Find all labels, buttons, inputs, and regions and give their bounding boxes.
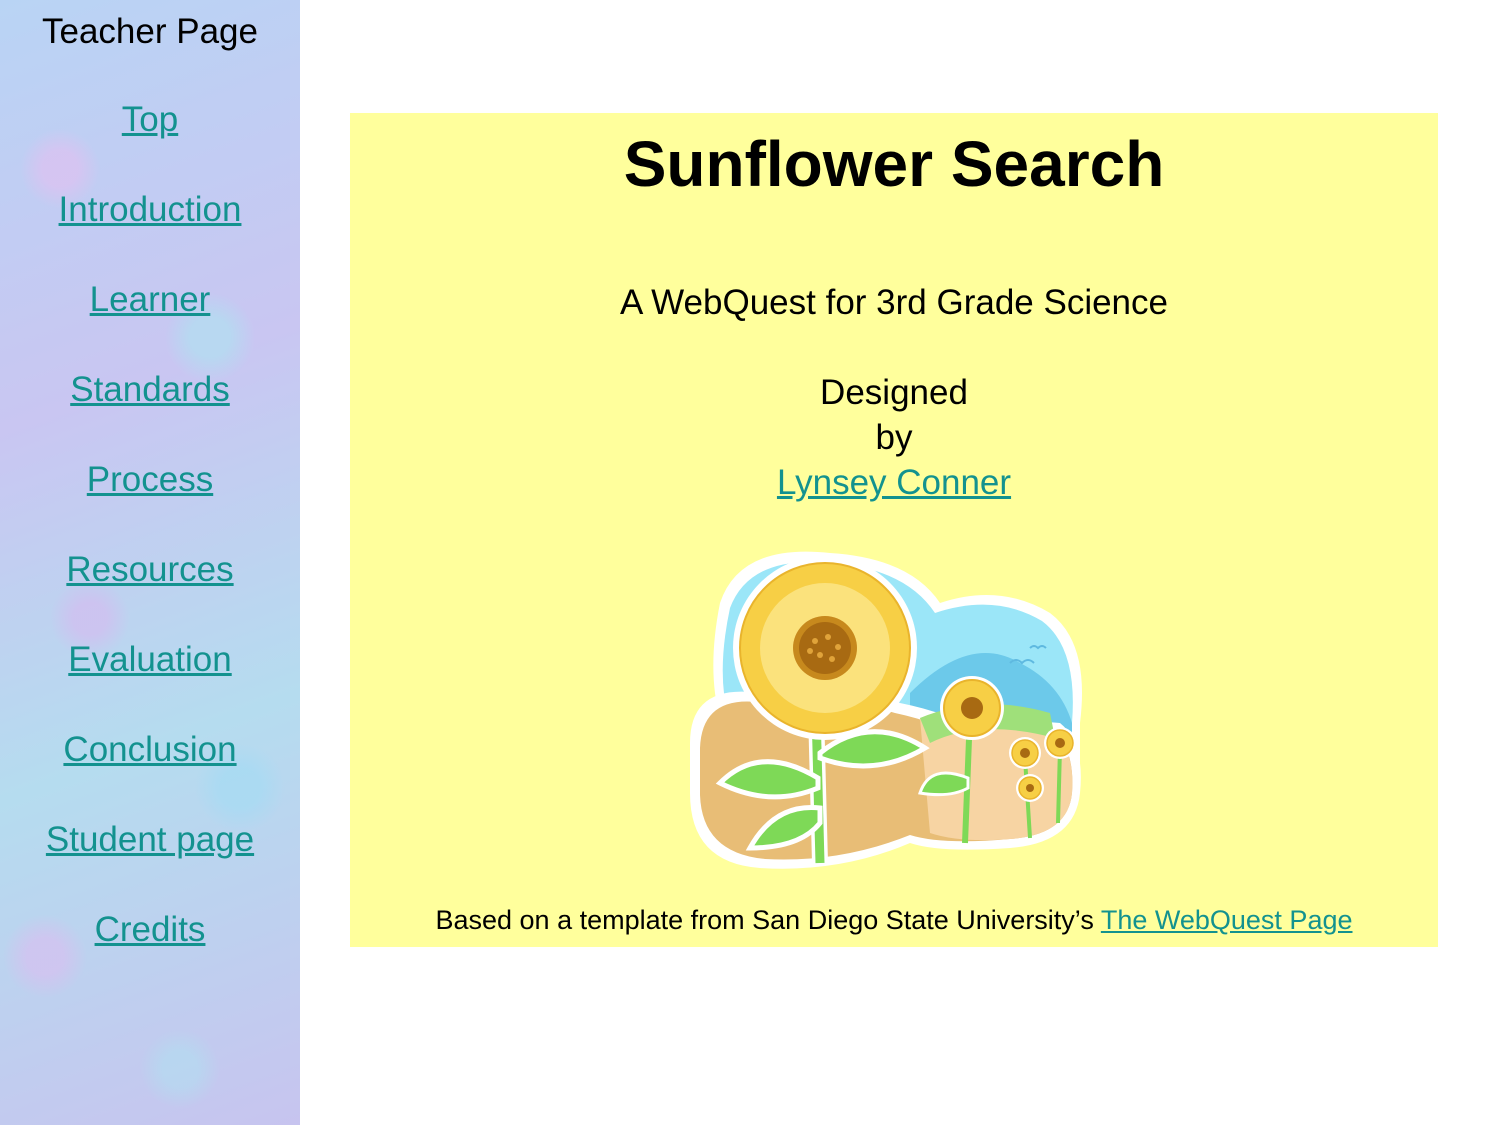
webquest-page-link[interactable]: The WebQuest Page (1101, 905, 1353, 935)
nav-link-introduction[interactable]: Introduction (0, 190, 300, 230)
sidebar-heading: Teacher Page (42, 12, 258, 51)
footer-credit: Based on a template from San Diego State… (350, 905, 1438, 936)
page-title: Sunflower Search (623, 128, 1165, 200)
nav-link-top[interactable]: Top (0, 100, 300, 140)
nav-link-credits[interactable]: Credits (0, 910, 300, 950)
nav-link-student-page[interactable]: Student page (0, 820, 300, 860)
nav-link-standards[interactable]: Standards (0, 370, 300, 410)
nav-link-process[interactable]: Process (0, 460, 300, 500)
title-panel: Sunflower Search A WebQuest for 3rd Grad… (350, 113, 1438, 947)
by-label: by (875, 418, 913, 457)
nav-link-learner[interactable]: Learner (0, 280, 300, 320)
designed-label: Designed (820, 373, 968, 412)
sidebar-nav: Teacher Page Top Introduction Learner St… (0, 0, 300, 1125)
author-link[interactable]: Lynsey Conner (350, 463, 1438, 503)
nav-link-evaluation[interactable]: Evaluation (0, 640, 300, 680)
nav-link-resources[interactable]: Resources (0, 550, 300, 590)
footer-text: Based on a template from San Diego State… (435, 905, 1101, 935)
sunflower-clipart (690, 551, 1082, 869)
page-subtitle: A WebQuest for 3rd Grade Science (620, 283, 1168, 322)
nav-link-conclusion[interactable]: Conclusion (0, 730, 300, 770)
